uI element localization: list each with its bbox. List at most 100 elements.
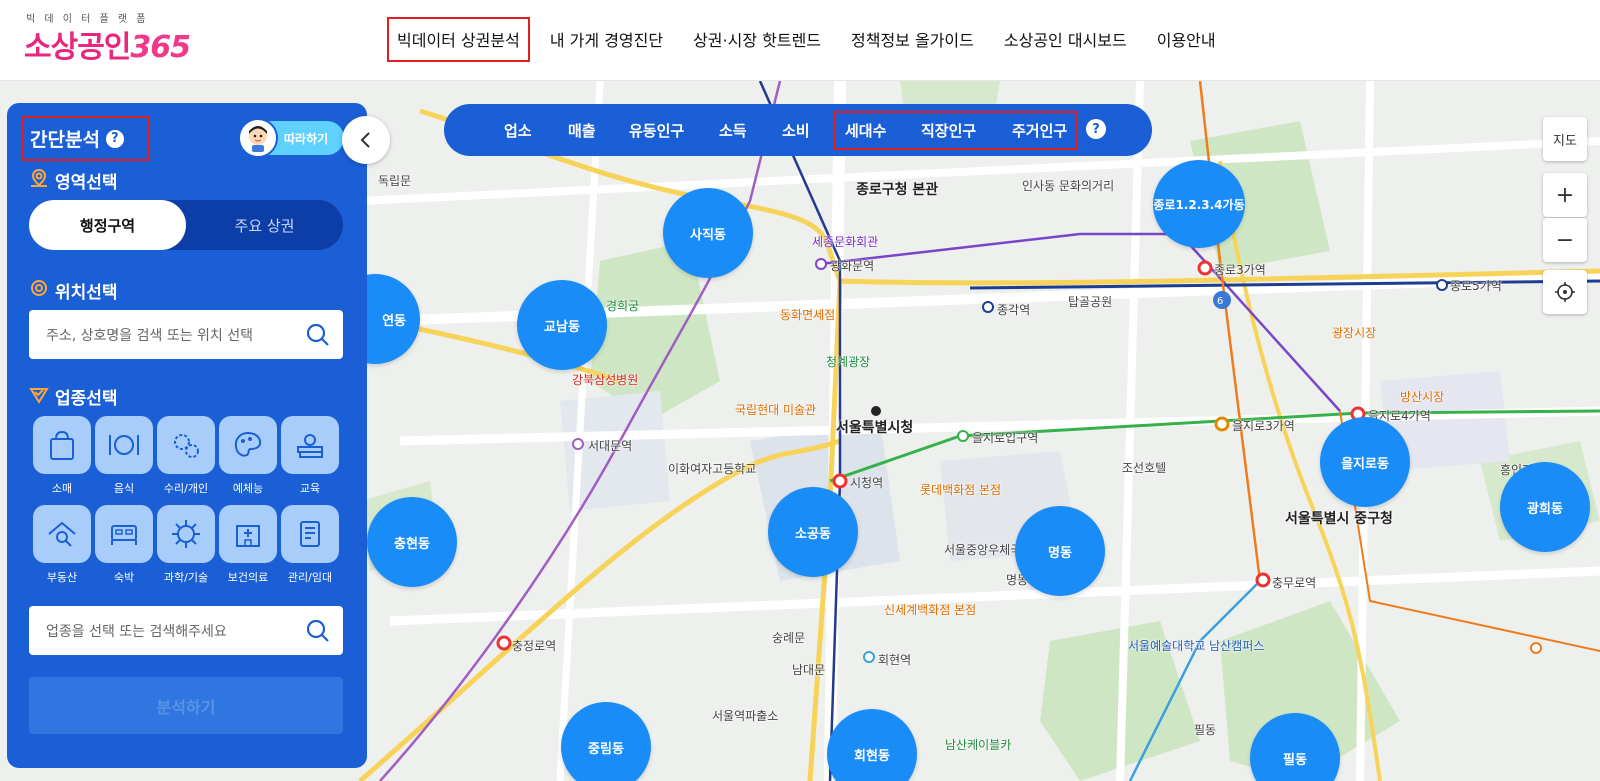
category-lodging[interactable]: 숙박 <box>95 505 153 585</box>
nav-usage-guide[interactable]: 이용안내 <box>1147 17 1226 62</box>
nav-policy-guide[interactable]: 정책정보 올가이드 <box>841 17 984 62</box>
filter-residents[interactable]: 주거인구 <box>1012 120 1067 141</box>
map-label: 을지로입구역 <box>972 431 1039 445</box>
nav-bigdata-analysis[interactable]: 빅데이터 상권분석 <box>387 17 530 62</box>
map-label: 종로구청 본관 <box>856 182 939 198</box>
simple-analysis-panel: 간단분석 ? 따라하기 영역선택 행정구역 주요 상권 위치선택 주소, 상호명… <box>7 103 367 768</box>
document-contract-icon <box>281 505 339 563</box>
map-label: 독립문 <box>378 174 412 188</box>
category-realestate-label: 부동산 <box>46 571 78 584</box>
nav-dashboard[interactable]: 소상공인 대시보드 <box>994 17 1137 62</box>
industry-select-label: 업종선택 <box>55 389 118 409</box>
map-label: 강북삼성병원 <box>572 373 639 387</box>
filter-floating-pop[interactable]: 유동인구 <box>629 120 684 141</box>
map-label: 광화문역 <box>830 259 875 273</box>
toggle-admin-district[interactable]: 행정구역 <box>29 200 186 250</box>
filter-stores[interactable]: 업소 <box>504 120 532 141</box>
check-badge-icon <box>29 384 49 409</box>
svg-text:6: 6 <box>1217 296 1223 307</box>
search-icon[interactable] <box>305 322 331 348</box>
map-label: 경희궁 <box>606 299 640 313</box>
location-select-label: 위치선택 <box>55 283 118 303</box>
district-bubble-myeong[interactable]: 명동 <box>1015 506 1105 596</box>
filter-help-icon[interactable]: ? <box>1086 119 1106 139</box>
map-label: 광장시장 <box>1332 326 1377 340</box>
category-retail[interactable]: 소매 <box>33 416 91 496</box>
help-icon[interactable]: ? <box>105 129 124 148</box>
analyze-button[interactable]: 분석하기 <box>29 677 343 734</box>
industry-search-input[interactable]: 업종을 선택 또는 검색해주세요 <box>29 606 343 655</box>
map-label: 서울중앙우체국 <box>944 543 1022 557</box>
map-label: 종로3가역 <box>1214 263 1266 277</box>
map-label: 서울특별시청 <box>836 420 914 436</box>
map-label: 종각역 <box>997 303 1031 317</box>
district-bubble-sogong[interactable]: 소공동 <box>768 487 858 577</box>
crosshair-icon <box>1555 282 1575 302</box>
map-label: 방산시장 <box>1400 390 1445 404</box>
map-label: 충무로역 <box>1272 576 1317 590</box>
category-health-label: 보건의료 <box>227 571 269 584</box>
category-science[interactable]: 과학/기술 <box>157 505 215 585</box>
area-type-toggle: 행정구역 주요 상권 <box>29 200 343 250</box>
map-label: 인사동 문화의거리 <box>1022 179 1115 193</box>
palette-icon <box>219 416 277 474</box>
category-arts-label: 예체능 <box>232 482 264 495</box>
filter-workers[interactable]: 직장인구 <box>921 120 976 141</box>
nav-store-diagnosis[interactable]: 내 가게 경영진단 <box>540 17 673 62</box>
search-icon[interactable] <box>305 618 331 644</box>
category-lodging-label: 숙박 <box>113 571 135 584</box>
category-health[interactable]: 보건의료 <box>219 505 277 585</box>
map-label: 동화면세점 <box>780 308 836 322</box>
zoom-out-button[interactable]: − <box>1543 218 1587 262</box>
category-education[interactable]: 교육 <box>281 416 339 496</box>
district-bubble-sajik[interactable]: 사직동 <box>663 188 753 278</box>
map-label: 국립현대 미술관 <box>735 403 817 417</box>
filter-consumption[interactable]: 소비 <box>782 120 810 141</box>
panel-title: 간단분석 ? <box>22 116 150 161</box>
mascot-avatar-icon <box>238 118 278 158</box>
plate-fork-icon <box>95 416 153 474</box>
zoom-in-button[interactable]: + <box>1543 173 1587 217</box>
category-management[interactable]: 관리/임대 <box>281 505 339 585</box>
district-bubble-gyonam[interactable]: 교남동 <box>517 280 607 370</box>
industry-select-heading: 업종선택 <box>29 384 118 409</box>
indicator-filter-bar: 업소 매출 유동인구 소득 소비 세대수 직장인구 주거인구 ? <box>444 104 1152 156</box>
map-label: 서울특별시 중구청 <box>1285 511 1393 527</box>
virus-cell-icon <box>157 505 215 563</box>
map-label: 서대문역 <box>588 439 633 453</box>
map-label: 서울역파출소 <box>712 709 779 723</box>
area-select-label: 영역선택 <box>55 173 118 193</box>
category-retail-label: 소매 <box>51 482 73 495</box>
follow-along-label: 따라하기 <box>284 131 329 146</box>
house-search-icon <box>33 505 91 563</box>
location-select-heading: 위치선택 <box>29 278 118 303</box>
category-management-label: 관리/임대 <box>287 571 333 584</box>
location-search-input[interactable]: 주소, 상호명을 검색 또는 위치 선택 <box>29 310 343 359</box>
toggle-main-commercial[interactable]: 주요 상권 <box>186 200 343 250</box>
filter-income[interactable]: 소득 <box>719 120 747 141</box>
follow-along-button[interactable]: 따라하기 <box>238 118 344 158</box>
category-food[interactable]: 음식 <box>95 416 153 496</box>
map-type-button[interactable]: 지도 <box>1543 117 1587 161</box>
category-repair[interactable]: 수리/개인 <box>157 416 215 496</box>
my-location-button[interactable] <box>1543 270 1587 314</box>
main-nav: 빅데이터 상권분석 내 가게 경영진단 상권·시장 핫트렌드 정책정보 올가이드… <box>387 17 1236 62</box>
map-label: 세종문화회관 <box>812 235 879 249</box>
nav-hot-trend[interactable]: 상권·시장 핫트렌드 <box>683 17 831 62</box>
collapse-panel-button[interactable] <box>342 116 390 164</box>
map-label: 이화여자고등학교 <box>668 462 757 476</box>
category-realestate[interactable]: 부동산 <box>33 505 91 585</box>
map-label: 남산케이블카 <box>945 738 1012 752</box>
map-label: 남대문 <box>792 663 826 677</box>
district-bubble-euljiro[interactable]: 을지로동 <box>1320 417 1410 507</box>
district-bubble-jongno1234[interactable]: 종로1.2.3.4가동 <box>1153 160 1245 248</box>
location-search-placeholder: 주소, 상호명을 검색 또는 위치 선택 <box>46 327 254 344</box>
filter-sales[interactable]: 매출 <box>568 120 596 141</box>
district-bubble-gwanghui[interactable]: 광희동 <box>1500 462 1590 552</box>
category-arts[interactable]: 예체능 <box>219 416 277 496</box>
area-select-heading: 영역선택 <box>29 168 118 193</box>
district-bubble-chunghyeon[interactable]: 충현동 <box>367 497 457 587</box>
map-label: 신세계백화점 본점 <box>884 603 977 617</box>
filter-households[interactable]: 세대수 <box>845 120 886 141</box>
site-logo[interactable]: 빅 데 이 터 플 랫 폼 소상공인365 <box>24 10 199 66</box>
